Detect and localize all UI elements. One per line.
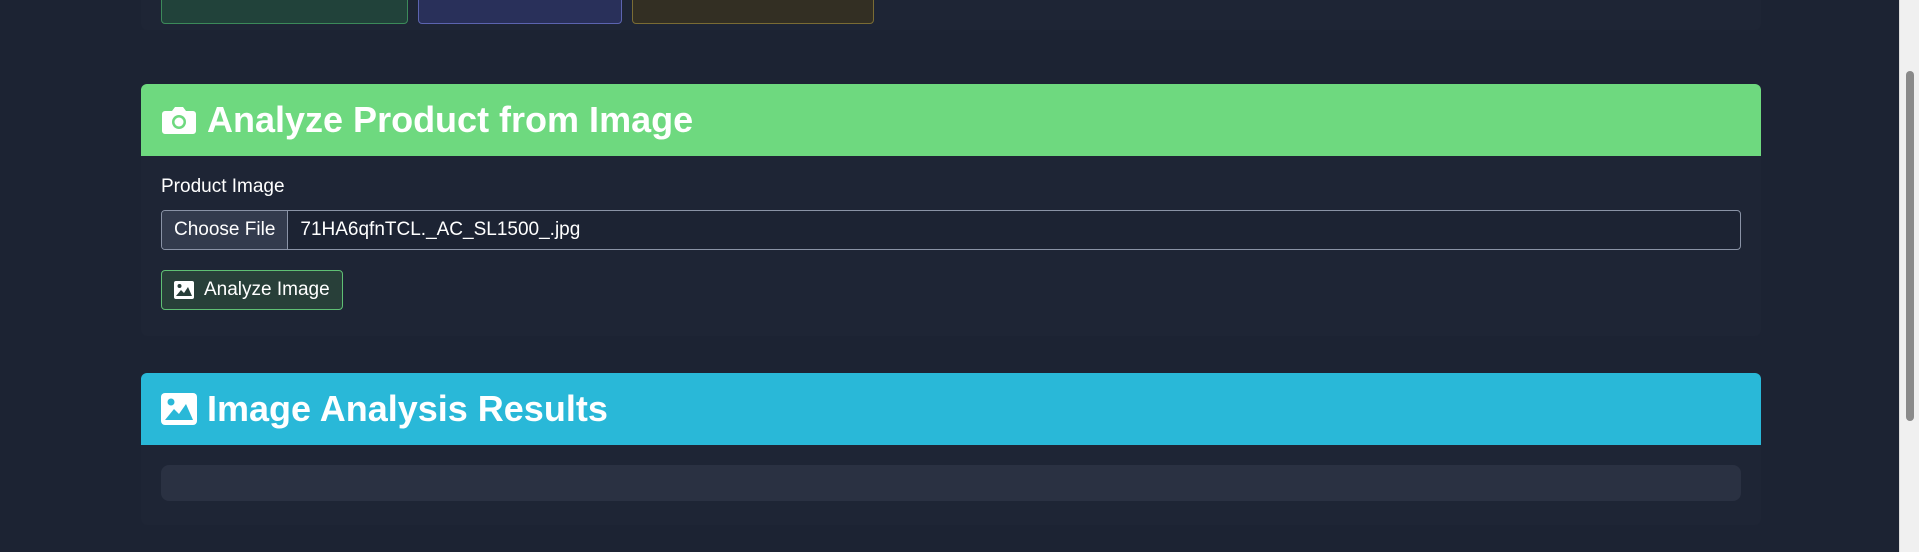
image-analysis-results-body	[141, 445, 1761, 521]
analyze-image-title: Analyze Product from Image	[207, 99, 694, 140]
scrollbar-thumb[interactable]	[1906, 71, 1914, 421]
camera-icon	[160, 102, 197, 139]
image-analysis-results-title: Image Analysis Results	[207, 388, 608, 429]
previous-action-button-2[interactable]	[418, 0, 622, 24]
image-analysis-results-card: Image Analysis Results	[141, 373, 1761, 525]
vertical-scrollbar[interactable]	[1899, 0, 1919, 552]
image-icon	[174, 281, 194, 299]
previous-action-button-3[interactable]	[632, 0, 874, 24]
analyze-image-card: Analyze Product from Image Product Image…	[141, 84, 1761, 336]
product-image-label: Product Image	[161, 176, 285, 197]
analyze-image-button-label: Analyze Image	[204, 279, 330, 300]
analyze-image-button[interactable]: Analyze Image	[161, 270, 343, 310]
previous-action-button-1[interactable]	[161, 0, 408, 24]
analyze-image-body: Product Image Choose File 71HA6qfnTCL._A…	[141, 156, 1761, 330]
previous-card-bottom	[141, 0, 1761, 30]
analyze-image-header: Analyze Product from Image	[141, 84, 1761, 156]
image-analysis-results-header: Image Analysis Results	[141, 373, 1761, 445]
results-content-box	[161, 465, 1741, 501]
choose-file-button[interactable]: Choose File	[162, 211, 289, 249]
image-icon	[160, 391, 197, 428]
page: Analyze Product from Image Product Image…	[0, 0, 1900, 552]
selected-file-name: 71HA6qfnTCL._AC_SL1500_.jpg	[300, 219, 581, 240]
product-image-file-input[interactable]: Choose File 71HA6qfnTCL._AC_SL1500_.jpg	[161, 210, 1741, 250]
